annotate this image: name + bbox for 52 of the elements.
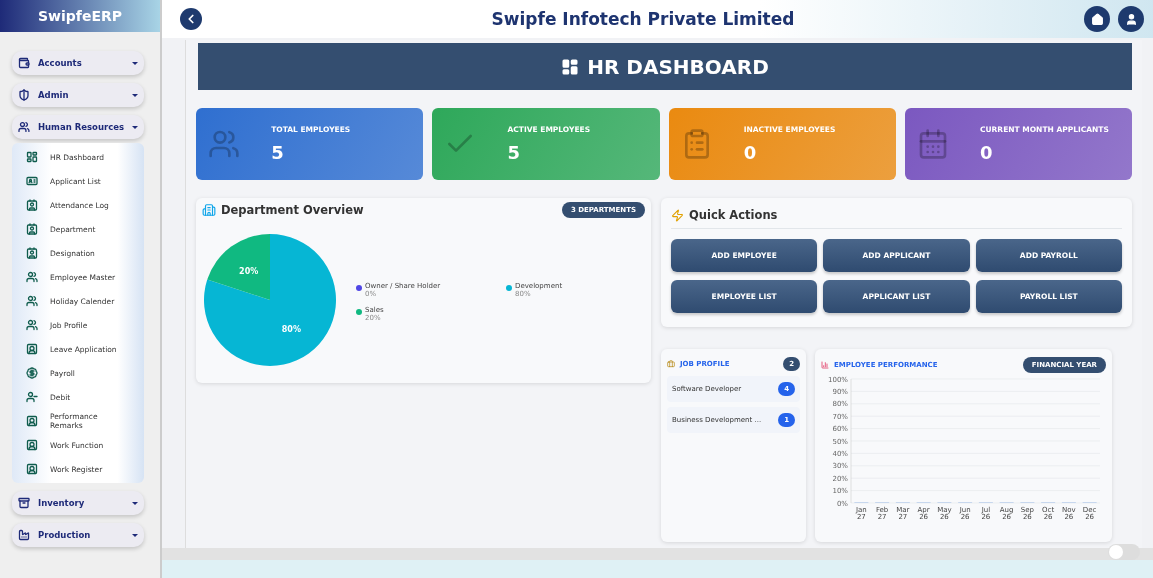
caret-icon [132, 501, 138, 505]
user-card-icon [26, 343, 38, 355]
dashboard-icon [26, 151, 38, 163]
users-icon [26, 319, 38, 331]
contact-icon [26, 247, 38, 259]
briefcase-icon [667, 360, 675, 368]
card-title: Department Overview [221, 203, 364, 217]
caret-icon [132, 533, 138, 537]
profile-button[interactable] [1118, 6, 1144, 32]
card-title: Quick Actions [689, 208, 778, 222]
users-icon [26, 271, 38, 283]
user-card-icon [26, 463, 38, 475]
stat-value: 5 [507, 142, 522, 163]
user-minus-icon [26, 391, 38, 403]
slice-label: 20% [239, 266, 259, 276]
chart-icon [821, 361, 829, 369]
users-icon [208, 128, 240, 160]
sidebar-group[interactable]: Inventory [12, 491, 144, 515]
contact-icon [26, 223, 38, 235]
slice-label: 80% [281, 325, 301, 335]
id-card-icon [26, 175, 38, 187]
home-button[interactable] [1084, 6, 1110, 32]
caret-icon [132, 61, 138, 65]
archive-icon [18, 497, 30, 509]
contact-icon [26, 199, 38, 211]
back-button[interactable] [180, 8, 202, 30]
building-icon [202, 203, 216, 217]
user-card-icon [26, 415, 38, 427]
home-icon [1090, 12, 1104, 26]
stat-value: 0 [743, 142, 758, 163]
banner-title: HR DASHBOARD [587, 54, 769, 79]
user-icon [1124, 12, 1138, 26]
brand-title: SwipfeERP [0, 0, 160, 32]
lightning-icon [671, 208, 684, 222]
shield-icon [18, 89, 30, 101]
stat-value: 0 [980, 142, 994, 163]
caret-icon [132, 93, 138, 97]
caret-icon [132, 125, 138, 129]
wallet-icon [18, 57, 30, 69]
users-icon [26, 295, 38, 307]
user-card-icon [26, 439, 38, 451]
users-icon [18, 121, 30, 133]
sidebar-group[interactable]: Accounts [12, 51, 144, 75]
factory-icon [18, 529, 30, 541]
sidebar-group[interactable]: Production [12, 523, 144, 547]
theme-toggle[interactable] [1108, 544, 1140, 560]
dollar-icon [26, 367, 38, 379]
sidebar-group[interactable]: Admin [12, 83, 144, 107]
stat-value: 5 [271, 142, 285, 163]
company-title: Swipfe Infotech Private Limited [490, 9, 796, 29]
sidebar-group[interactable]: Human Resources [12, 115, 144, 139]
dashboard-icon [561, 57, 580, 76]
